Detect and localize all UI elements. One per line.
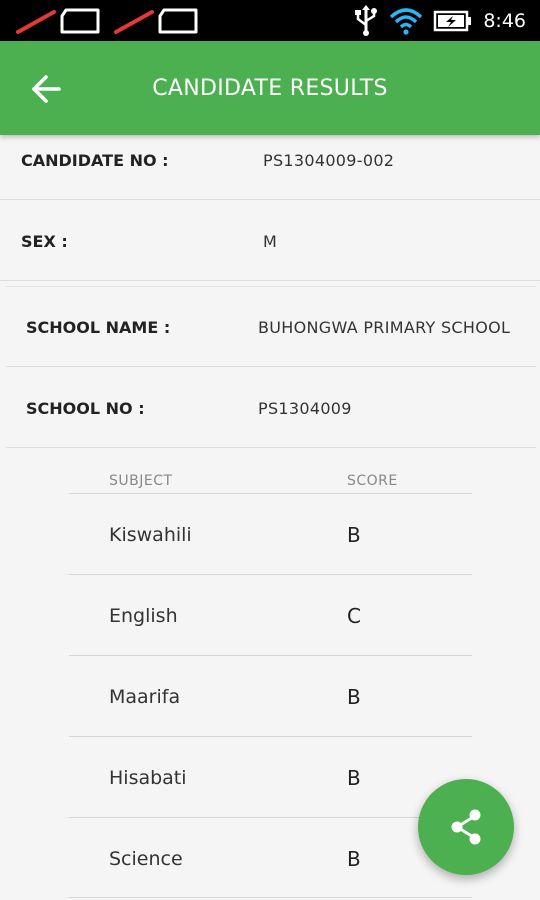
- status-bar: 8:46: [0, 0, 540, 41]
- sim-disabled-icon: [16, 8, 100, 34]
- status-right-icons: 8:46: [353, 0, 526, 41]
- divider: [0, 199, 540, 200]
- back-button[interactable]: [22, 65, 70, 113]
- sex-label: SEX :: [21, 232, 68, 251]
- table-row-divider: [69, 897, 472, 898]
- table-row-divider: [69, 817, 472, 818]
- share-icon: [451, 809, 481, 845]
- status-time: 8:46: [483, 9, 526, 32]
- score-cell: C: [347, 604, 361, 628]
- school-number-label: SCHOOL NO :: [26, 399, 145, 418]
- subject-cell: Maarifa: [109, 686, 181, 708]
- divider: [6, 286, 536, 287]
- subject-cell: English: [109, 605, 178, 627]
- subject-cell: Kiswahili: [109, 524, 192, 546]
- score-cell: B: [347, 766, 361, 790]
- table-header-divider: [69, 493, 472, 494]
- page-title: CANDIDATE RESULTS: [152, 75, 388, 101]
- status-left-icons: [14, 6, 200, 36]
- score-cell: B: [347, 847, 361, 871]
- wifi-icon: [390, 7, 423, 35]
- school-name-label: SCHOOL NAME :: [26, 318, 171, 337]
- sex-value: M: [263, 232, 278, 251]
- school-name-value: BUHONGWA PRIMARY SCHOOL: [258, 318, 511, 337]
- usb-icon: [355, 4, 378, 36]
- arrow-left-icon: [32, 75, 61, 103]
- sim-disabled-icon: [114, 8, 198, 34]
- score-column-header: SCORE: [347, 473, 398, 489]
- table-row-divider: [69, 655, 472, 656]
- subject-cell: Science: [109, 848, 183, 870]
- table-row-divider: [69, 574, 472, 575]
- battery-charging-icon: [434, 10, 472, 31]
- divider: [6, 447, 536, 448]
- school-number-value: PS1304009: [258, 399, 352, 418]
- divider: [6, 366, 536, 367]
- subject-column-header: SUBJECT: [109, 473, 173, 489]
- divider: [0, 280, 540, 281]
- app-bar: CANDIDATE RESULTS: [0, 41, 540, 135]
- candidate-number-value: PS1304009-002: [263, 151, 395, 170]
- subject-cell: Hisabati: [109, 767, 187, 789]
- score-cell: B: [347, 685, 361, 709]
- table-row-divider: [69, 736, 472, 737]
- share-button[interactable]: [418, 779, 514, 875]
- candidate-number-label: CANDIDATE NO :: [21, 151, 169, 170]
- score-cell: B: [347, 523, 361, 547]
